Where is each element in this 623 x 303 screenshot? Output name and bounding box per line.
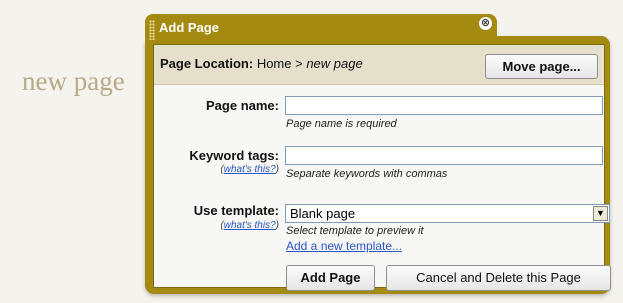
add-template-link[interactable]: Add a new template...	[286, 239, 402, 253]
page-name-input[interactable]	[285, 96, 603, 115]
cancel-delete-button[interactable]: Cancel and Delete this Page	[386, 265, 611, 291]
keyword-tags-hint: Separate keywords with commas	[286, 168, 448, 180]
page-name-hint: Page name is required	[286, 118, 397, 130]
add-page-dialog: Add Page ⊗ Page Location: Home > new pag…	[137, 14, 618, 298]
page-location-current: new page	[306, 56, 363, 71]
chevron-down-icon[interactable]: ▼	[593, 206, 608, 221]
keyword-tags-input[interactable]	[285, 146, 603, 165]
use-template-help: (what's this?)	[220, 220, 279, 231]
use-template-whats-this-link[interactable]: what's this?	[224, 220, 276, 231]
keyword-tags-help: (what's this?)	[220, 164, 279, 175]
move-page-button[interactable]: Move page...	[485, 54, 598, 79]
template-hint: Select template to preview it	[286, 225, 424, 237]
page-location-label: Page Location:	[160, 56, 254, 71]
dialog-titlebar[interactable]: Add Page ⊗	[145, 14, 497, 44]
page-location-path: Home >	[256, 56, 307, 71]
keyword-tags-label: Keyword tags:	[189, 148, 279, 163]
dialog-title: Add Page	[159, 20, 219, 35]
use-template-label: Use template:	[193, 203, 279, 218]
close-icon[interactable]: ⊗	[479, 17, 492, 30]
template-select[interactable]: Blank page ▼	[285, 204, 610, 223]
page-name-label: Page name:	[206, 98, 279, 113]
page-location: Page Location: Home > new page	[160, 56, 363, 71]
template-selected-value: Blank page	[290, 206, 356, 221]
keyword-tags-whats-this-link[interactable]: what's this?	[224, 164, 276, 175]
background-page-title: new page	[22, 66, 125, 96]
page-location-bar: Page Location: Home > new page Move page…	[154, 45, 604, 85]
add-page-button[interactable]: Add Page	[286, 265, 375, 291]
dialog-body: Page Location: Home > new page Move page…	[153, 44, 611, 291]
drag-grip-icon[interactable]	[149, 20, 155, 40]
